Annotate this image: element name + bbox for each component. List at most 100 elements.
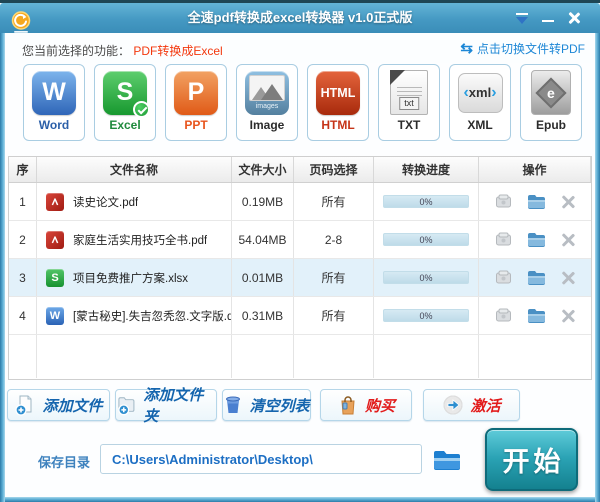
skin-menu-icon[interactable] — [512, 9, 532, 27]
open-folder-icon[interactable] — [527, 308, 546, 323]
format-word-label: Word — [38, 118, 70, 132]
current-function: PDF转换成Excel — [133, 44, 223, 58]
open-folder-icon[interactable] — [527, 194, 546, 209]
save-path-input[interactable] — [100, 444, 422, 474]
format-html[interactable]: HTML HTML — [307, 64, 369, 141]
add-file-button[interactable]: 添加文件 — [7, 389, 110, 421]
clear-list-button[interactable]: 清空列表 — [222, 389, 311, 421]
open-file-icon[interactable] — [495, 270, 512, 285]
format-xml-label: XML — [467, 118, 493, 132]
format-excel[interactable]: S Excel — [94, 64, 156, 141]
progress-bar: 0% — [383, 195, 469, 208]
file-name: 读史论文.pdf — [73, 196, 139, 209]
delete-icon[interactable] — [561, 309, 575, 323]
table-row[interactable]: 1 读史论文.pdf 0.19MB 所有 0% — [9, 183, 591, 221]
file-size: 54.04MB — [232, 221, 294, 258]
format-word[interactable]: W Word — [23, 64, 85, 141]
window-right-edge — [595, 33, 600, 502]
word-icon: W — [32, 70, 76, 115]
buy-button[interactable]: 购买 — [320, 389, 412, 421]
open-file-icon[interactable] — [495, 232, 512, 247]
format-html-label: HTML — [321, 118, 355, 132]
progress-bar: 0% — [383, 233, 469, 246]
format-txt[interactable]: txt TXT — [378, 64, 440, 141]
progress-bar: 0% — [383, 271, 469, 284]
image-icon: images — [245, 70, 289, 115]
table-row[interactable]: 2 家庭生活实用技巧全书.pdf 54.04MB 2-8 0% — [9, 221, 591, 259]
file-name: 家庭生活实用技巧全书.pdf — [73, 234, 208, 247]
ppt-icon: P — [174, 70, 218, 115]
add-file-icon — [15, 395, 32, 416]
file-size: 0.19MB — [232, 183, 294, 220]
clear-list-label: 清空列表 — [249, 398, 310, 415]
table-row[interactable]: 4 W [蒙古秘史].失吉忽秃忽.文字版.doc 0.31MB 所有 0% — [9, 297, 591, 335]
row-index: 3 — [9, 259, 37, 296]
close-button[interactable] — [564, 9, 584, 27]
format-xml[interactable]: ‹ xml › XML — [449, 64, 511, 141]
header-filesize: 文件大小 — [232, 157, 294, 182]
switch-mode-link[interactable]: ⇆ 点击切换文件转PDF — [460, 40, 585, 57]
row-index: 1 — [9, 183, 37, 220]
header-index: 序 — [9, 157, 37, 182]
add-file-label: 添加文件 — [42, 398, 103, 415]
row-index: 2 — [9, 221, 37, 258]
window-left-edge — [0, 33, 5, 502]
window-bottom-edge — [0, 497, 600, 502]
activate-label: 激活 — [470, 398, 501, 415]
format-ppt-label: PPT — [184, 118, 208, 132]
header-progress: 转换进度 — [374, 157, 479, 182]
pdf-file-icon — [46, 230, 64, 249]
file-table: 序 文件名称 文件大小 页码选择 转换进度 操作 1 读史论文.pdf 0.19… — [8, 156, 592, 380]
header-filename: 文件名称 — [37, 157, 232, 182]
format-epub[interactable]: e Epub — [520, 64, 582, 141]
header-pages: 页码选择 — [294, 157, 374, 182]
swap-icon: ⇆ — [460, 40, 473, 57]
pdf-file-icon — [46, 192, 64, 211]
save-dir-label: 保存目录 — [38, 455, 91, 470]
progress-bar: 0% — [383, 309, 469, 322]
delete-icon[interactable] — [561, 271, 575, 285]
window-title: 全速pdf转换成excel转换器 v1.0正式版 — [187, 10, 413, 25]
page-selection[interactable]: 2-8 — [294, 221, 374, 258]
format-excel-label: Excel — [109, 118, 141, 132]
row-index: 4 — [9, 297, 37, 334]
delete-icon[interactable] — [561, 233, 575, 247]
xml-icon: ‹ xml › — [457, 72, 503, 113]
txt-icon: txt — [390, 70, 428, 115]
activate-button[interactable]: 激活 — [423, 389, 520, 421]
table-row-selected[interactable]: 3 S 项目免费推广方案.xlsx 0.01MB 所有 0% — [9, 259, 591, 297]
titlebar[interactable]: 全速pdf转换成excel转换器 v1.0正式版 — [0, 3, 600, 33]
delete-icon[interactable] — [561, 195, 575, 209]
format-image[interactable]: images Image — [236, 64, 298, 141]
word-file-icon: W — [46, 306, 64, 325]
format-txt-label: TXT — [397, 118, 421, 132]
switch-mode-label: 点击切换文件转PDF — [476, 42, 585, 56]
header-actions: 操作 — [479, 157, 591, 182]
table-empty-row — [9, 335, 591, 378]
function-label: 您当前选择的功能： — [22, 44, 131, 58]
clear-list-icon — [226, 396, 241, 413]
page-selection[interactable]: 所有 — [294, 297, 374, 334]
folder-browse-icon[interactable] — [432, 448, 462, 472]
app-logo-icon — [11, 11, 31, 33]
close-icon — [568, 12, 580, 24]
open-file-icon[interactable] — [495, 194, 512, 209]
window-top-edge — [0, 0, 600, 3]
page-selection[interactable]: 所有 — [294, 259, 374, 296]
page-selection[interactable]: 所有 — [294, 183, 374, 220]
open-file-icon[interactable] — [495, 308, 512, 323]
format-epub-label: Epub — [536, 118, 566, 132]
add-folder-button[interactable]: 添加文件夹 — [115, 388, 217, 425]
html-icon: HTML — [316, 70, 360, 115]
start-button[interactable]: 开始 — [485, 428, 578, 491]
file-name: [蒙古秘史].失吉忽秃忽.文字版.doc — [73, 310, 231, 323]
check-badge-icon — [133, 101, 150, 118]
file-size: 0.31MB — [232, 297, 294, 334]
add-folder-icon — [118, 397, 135, 416]
open-folder-icon[interactable] — [527, 270, 546, 285]
open-folder-icon[interactable] — [527, 232, 546, 247]
file-name: 项目免费推广方案.xlsx — [73, 272, 188, 285]
format-ppt[interactable]: P PPT — [165, 64, 227, 141]
file-size: 0.01MB — [232, 259, 294, 296]
minimize-button[interactable] — [538, 9, 558, 27]
